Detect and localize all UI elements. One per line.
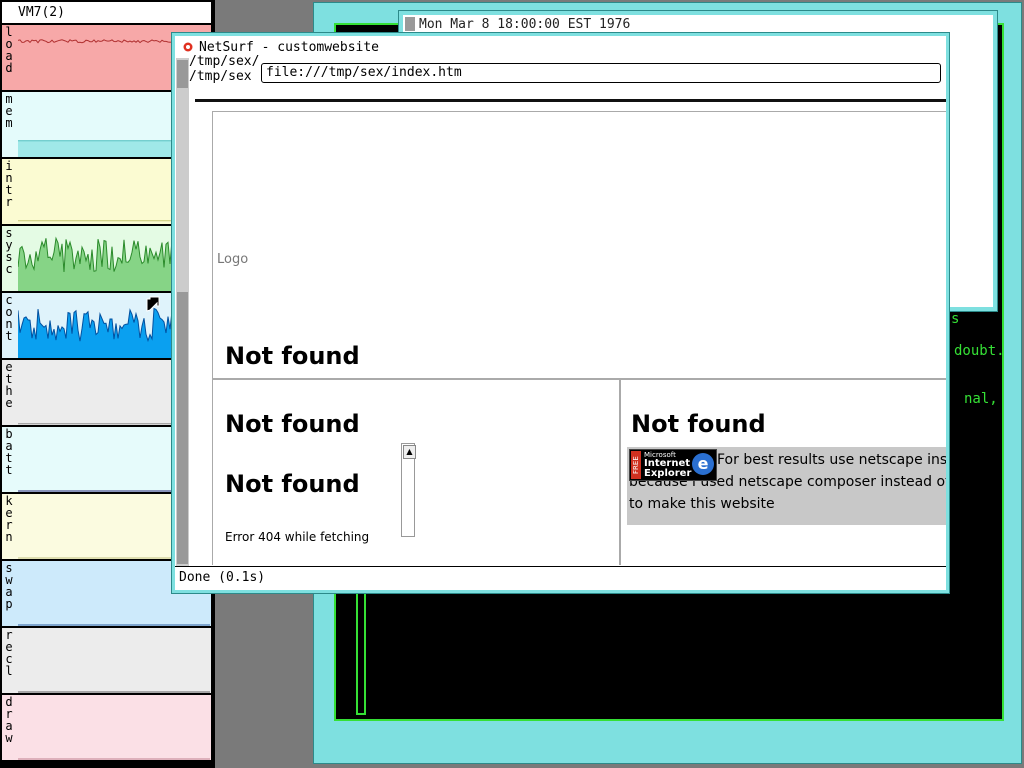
monitor-graph-recl bbox=[18, 628, 211, 693]
page-viewport[interactable]: Logo Not found Not found Not found Error… bbox=[190, 103, 946, 565]
window-title: NetSurf - customwebsite bbox=[199, 40, 380, 55]
toolbar-separator bbox=[195, 99, 946, 102]
left-frame: Not found Not found Error 404 while fetc… bbox=[212, 379, 620, 565]
monitor-label-batt: b a t t bbox=[5, 427, 13, 477]
netsurf-app-icon bbox=[183, 42, 193, 52]
terminal-line-1: s bbox=[951, 311, 960, 327]
scrollbar-thumb[interactable] bbox=[177, 292, 188, 564]
monitor-label-sysc: s y s c bbox=[5, 226, 13, 276]
monitor-title: VM7(2) bbox=[2, 2, 211, 23]
left-not-found-2: Not found bbox=[225, 470, 360, 498]
ie-badge-image[interactable]: FREE Microsoft Internet Explorer e bbox=[629, 449, 717, 481]
ie-logo-icon: e bbox=[692, 453, 714, 475]
scroll-up-arrow-icon[interactable]: ▲ bbox=[403, 445, 416, 459]
terminal-line-2: doubt. bbox=[954, 343, 1005, 359]
background-path-text: /tmp/sex/ /tmp/sex bbox=[189, 54, 260, 84]
ie-notice: For best results use netscape inst becau… bbox=[627, 447, 946, 525]
clock-window-handle[interactable] bbox=[405, 17, 415, 31]
monitor-label-swap: s w a p bbox=[5, 561, 13, 611]
scrollbar-top-thumb[interactable] bbox=[177, 60, 188, 88]
header-frame: Logo Not found bbox=[212, 111, 946, 379]
netsurf-window[interactable]: NetSurf - customwebsite /tmp/sex/ /tmp/s… bbox=[171, 32, 950, 594]
ie-text-line-1: For best results use netscape inst bbox=[717, 452, 946, 468]
frame-scrollbar[interactable]: ▲ bbox=[401, 443, 416, 537]
monitor-label-cont: c o n t bbox=[5, 293, 13, 343]
monitor-graph-draw bbox=[18, 695, 211, 760]
monitor-label-load: l o a d bbox=[5, 25, 13, 75]
mouse-cursor-icon bbox=[146, 296, 160, 312]
clock-text: Mon Mar 8 18:00:00 EST 1976 bbox=[419, 17, 631, 32]
ie-badge-line-3: Explorer bbox=[644, 468, 692, 479]
right-not-found: Not found bbox=[631, 410, 766, 438]
monitor-label-draw: d r a w bbox=[5, 695, 13, 745]
terminal-line-3: nal, bbox=[964, 391, 998, 407]
header-not-found: Not found bbox=[225, 342, 360, 370]
monitor-label-intr: i n t r bbox=[5, 159, 13, 209]
monitor-label-ethe: e t h e bbox=[5, 360, 13, 410]
netsurf-body: NetSurf - customwebsite /tmp/sex/ /tmp/s… bbox=[175, 36, 946, 590]
monitor-label-mem: m e m bbox=[5, 92, 13, 130]
url-input[interactable]: file:///tmp/sex/index.htm bbox=[261, 63, 941, 83]
monitor-row-recl: r e c l bbox=[2, 628, 211, 693]
right-frame: Not found For best results use netscape … bbox=[620, 379, 946, 565]
monitor-label-recl: r e c l bbox=[5, 628, 13, 678]
monitor-label-kern: k e r n bbox=[5, 494, 13, 544]
monitor-row-draw: d r a w bbox=[2, 695, 211, 760]
left-not-found-1: Not found bbox=[225, 410, 360, 438]
ie-badge-free: FREE bbox=[631, 451, 641, 479]
error-text: Error 404 while fetching bbox=[225, 530, 370, 544]
status-bar: Done (0.1s) bbox=[175, 566, 946, 590]
vertical-scrollbar[interactable] bbox=[176, 58, 189, 566]
ie-text-line-3: to make this website bbox=[629, 496, 775, 512]
terminal-inner-frame bbox=[356, 585, 366, 715]
logo-image: Logo bbox=[217, 252, 249, 267]
